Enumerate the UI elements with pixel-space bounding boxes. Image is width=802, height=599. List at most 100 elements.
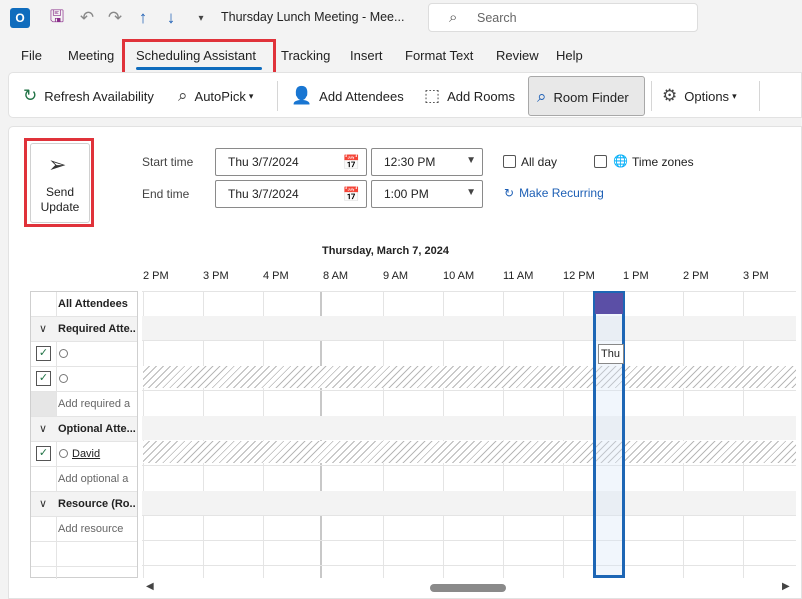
end-date-field[interactable]: Thu 3/7/2024 📅 xyxy=(215,180,367,208)
tab-insert[interactable]: Insert xyxy=(350,48,383,63)
tab-format-text[interactable]: Format Text xyxy=(405,48,473,63)
row-selector xyxy=(31,392,56,416)
empty-row xyxy=(31,542,137,567)
undo-icon[interactable]: ↶ xyxy=(76,7,98,29)
grid-row-line xyxy=(142,515,796,516)
attendees-panel: All Attendees ∨ Required Atte... ✓ ✓ Add… xyxy=(30,291,138,579)
options-button[interactable]: ⚙ Options ▾ xyxy=(662,84,737,108)
customize-toolbar-icon[interactable]: ▾ xyxy=(190,7,212,29)
highlight-box-tab xyxy=(122,39,276,75)
add-resource-row[interactable]: Add resource xyxy=(31,517,137,542)
busy-block xyxy=(595,293,623,314)
hour-label: 3 PM xyxy=(203,270,229,282)
add-required-input[interactable]: Add required a xyxy=(58,398,136,410)
end-time-select[interactable]: 1:00 PM ▼ xyxy=(371,180,483,208)
hour-label: 8 AM xyxy=(323,270,349,282)
attendee-row[interactable]: ✓ xyxy=(31,367,137,392)
calendar-icon[interactable]: 📅 xyxy=(343,186,360,203)
options-label: Options xyxy=(684,88,730,104)
add-required-row[interactable]: Add required a xyxy=(31,392,137,417)
add-optional-input[interactable]: Add optional a xyxy=(58,473,136,485)
add-attendees-button[interactable]: 👤 Add Attendees xyxy=(291,84,404,108)
recurring-icon: ↻ xyxy=(504,186,515,200)
optional-attendees-group[interactable]: ∨ Optional Atte... xyxy=(31,417,137,442)
previous-item-icon[interactable]: ↑ xyxy=(132,7,154,29)
meeting-tooltip: Thu xyxy=(598,344,624,364)
start-date-value: Thu 3/7/2024 xyxy=(228,155,299,169)
make-recurring-link[interactable]: ↻ Make Recurring xyxy=(504,186,604,200)
chevron-down-icon: ▼ xyxy=(466,187,476,198)
make-recurring-label: Make Recurring xyxy=(519,186,604,200)
chevron-down-icon[interactable]: ∨ xyxy=(39,322,47,335)
tab-help[interactable]: Help xyxy=(556,48,583,63)
start-time-select[interactable]: 12:30 PM ▼ xyxy=(371,148,483,176)
tab-review[interactable]: Review xyxy=(496,48,539,63)
title-bar: O 🖫 ↶ ↷ ↑ ↓ ▾ Thursday Lunch Meeting - M… xyxy=(0,0,802,36)
all-day-checkbox[interactable] xyxy=(503,155,516,168)
calendar-icon[interactable]: 📅 xyxy=(343,154,360,171)
attendee-checkbox[interactable]: ✓ xyxy=(36,371,51,386)
outlook-icon: O xyxy=(10,8,30,28)
hour-label: 3 PM xyxy=(743,270,769,282)
autopick-button[interactable]: ⌕ AutoPick ▾ xyxy=(178,84,253,108)
time-zones-checkbox[interactable] xyxy=(594,155,607,168)
attendee-row[interactable]: ✓ David xyxy=(31,442,137,467)
save-icon[interactable]: 🖫 xyxy=(46,7,68,29)
time-zones-label: Time zones xyxy=(632,155,694,169)
chevron-down-icon[interactable]: ∨ xyxy=(39,497,47,510)
grid-row-line xyxy=(142,291,796,292)
room-finder-label: Room Finder xyxy=(553,89,629,105)
tab-tracking[interactable]: Tracking xyxy=(281,48,330,63)
start-time-value: 12:30 PM xyxy=(384,155,436,169)
chevron-down-icon[interactable]: ∨ xyxy=(39,422,47,435)
end-date-value: Thu 3/7/2024 xyxy=(228,187,299,201)
hour-label: 1 PM xyxy=(623,270,649,282)
globe-icon: 🌐 xyxy=(613,154,628,168)
redo-icon[interactable]: ↷ xyxy=(104,7,126,29)
hour-label: 10 AM xyxy=(443,270,475,282)
menu-bar: File Meeting Scheduling Assistant Tracki… xyxy=(0,42,802,70)
ribbon: ↻ Refresh Availability ⌕ AutoPick ▾ 👤 Ad… xyxy=(8,72,802,118)
start-date-field[interactable]: Thu 3/7/2024 📅 xyxy=(215,148,367,176)
resource-group[interactable]: ∨ Resource (Ro... xyxy=(31,492,137,517)
timeline-grid[interactable] xyxy=(142,238,796,578)
attendee-checkbox[interactable]: ✓ xyxy=(36,446,51,461)
status-icon xyxy=(59,449,68,458)
all-day-label: All day xyxy=(521,155,558,169)
hour-label: 9 AM xyxy=(383,270,409,282)
grid-row-line xyxy=(142,465,796,466)
hour-label: 4 PM xyxy=(263,270,289,282)
ribbon-divider xyxy=(651,81,652,111)
add-optional-row[interactable]: Add optional a xyxy=(31,467,137,492)
search-placeholder: Search xyxy=(477,11,517,25)
hour-label: 12 PM xyxy=(563,270,595,282)
scroll-right-icon[interactable]: ▶ xyxy=(782,581,790,592)
add-rooms-button[interactable]: ⬚ Add Rooms xyxy=(424,84,515,108)
all-attendees-row: All Attendees xyxy=(31,292,137,317)
horizontal-scrollbar[interactable]: ◀ ▶ xyxy=(142,580,796,594)
end-time-value: 1:00 PM xyxy=(384,187,429,201)
scroll-left-icon[interactable]: ◀ xyxy=(146,581,154,592)
room-finder-icon: ⌕ xyxy=(537,87,547,106)
resource-group-label: Resource (Ro... xyxy=(58,498,136,510)
attendee-name[interactable]: David xyxy=(72,448,100,460)
room-finder-button[interactable]: ⌕ Room Finder xyxy=(528,76,645,116)
room-finder-content: ⌕ Room Finder xyxy=(537,85,629,109)
unknown-availability-row xyxy=(143,441,796,463)
tab-meeting[interactable]: Meeting xyxy=(68,48,114,63)
tab-file[interactable]: File xyxy=(21,48,42,63)
next-item-icon[interactable]: ↓ xyxy=(160,7,182,29)
gear-icon: ⚙ xyxy=(662,86,678,105)
attendee-row[interactable]: ✓ xyxy=(31,342,137,367)
meeting-time-selection[interactable] xyxy=(593,291,625,578)
scrollbar-thumb[interactable] xyxy=(430,584,506,592)
add-attendees-label: Add Attendees xyxy=(319,88,404,104)
status-icon xyxy=(59,374,68,383)
add-resource-input[interactable]: Add resource xyxy=(58,523,136,535)
required-attendees-group[interactable]: ∨ Required Atte... xyxy=(31,317,137,342)
add-room-icon: ⬚ xyxy=(424,86,441,105)
highlight-box-send xyxy=(24,138,94,227)
attendee-checkbox[interactable]: ✓ xyxy=(36,346,51,361)
refresh-availability-button[interactable]: ↻ Refresh Availability xyxy=(23,84,154,108)
search-box[interactable]: ⌕ Search xyxy=(428,3,698,32)
